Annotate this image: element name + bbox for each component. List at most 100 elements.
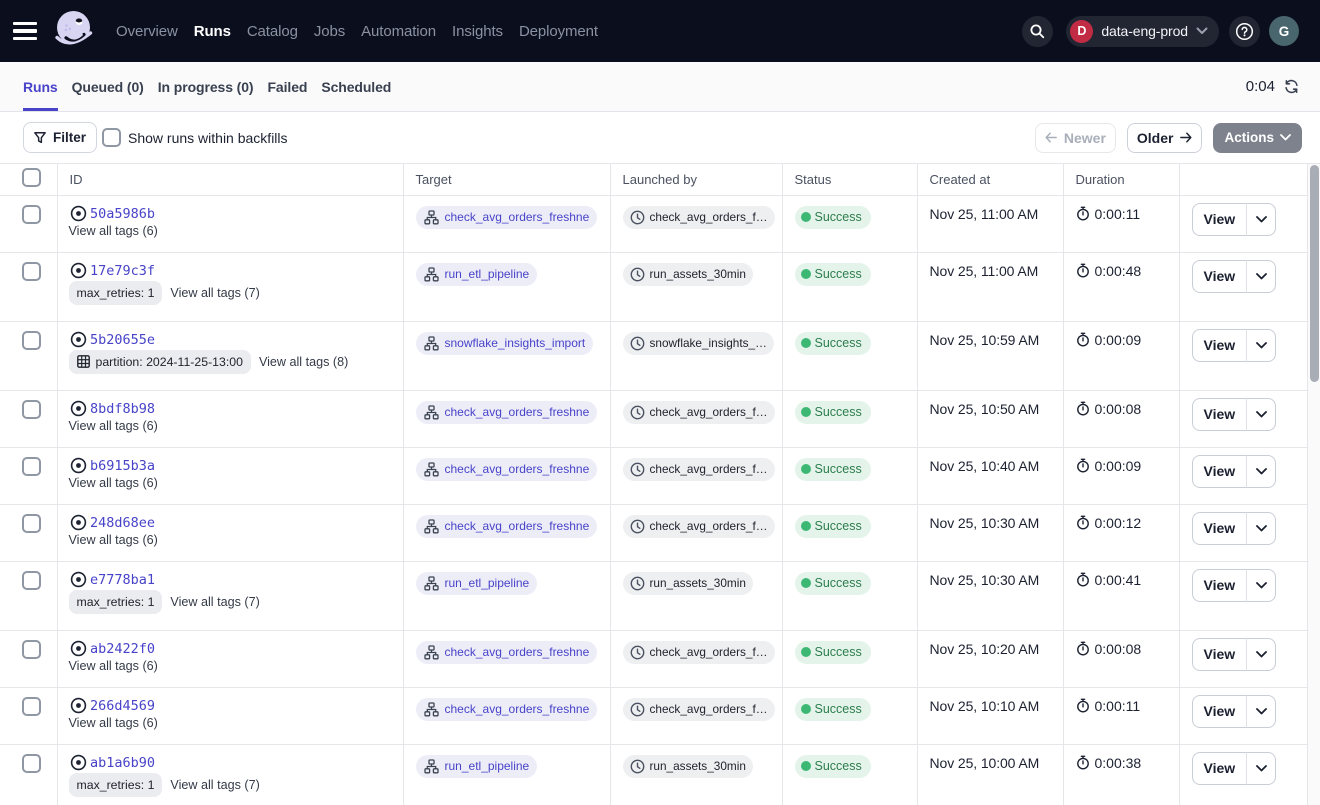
row-checkbox[interactable] [22,514,41,533]
target-chip[interactable]: check_avg_orders_freshne [416,515,598,538]
view-run-button[interactable]: View [1192,203,1248,236]
run-id-link[interactable]: ab2422f0 [90,641,155,657]
tab-queued-0[interactable]: Queued (0) [72,62,144,111]
tab-runs[interactable]: Runs [23,62,58,111]
target-chip[interactable]: check_avg_orders_freshne [416,206,598,229]
tab-scheduled[interactable]: Scheduled [321,62,391,111]
run-id-link[interactable]: 5b20655e [90,332,155,348]
dagster-logo[interactable] [54,9,94,53]
launched-by-chip[interactable]: snowflake_insights_… [623,332,774,355]
view-run-button[interactable]: View [1192,398,1248,431]
run-id-link[interactable]: ab1a6b90 [90,755,155,771]
view-run-button[interactable]: View [1192,512,1248,545]
view-run-button[interactable]: View [1192,329,1248,362]
row-checkbox[interactable] [22,205,41,224]
search-button[interactable] [1022,16,1053,47]
run-tag-pill[interactable]: max_retries: 1 [69,590,163,614]
launched-by-chip[interactable]: check_avg_orders_f… [623,401,775,424]
view-all-tags-button[interactable]: View all tags (6) [69,716,158,730]
view-run-caret-button[interactable] [1246,203,1276,236]
target-chip[interactable]: check_avg_orders_freshne [416,698,598,721]
nav-link-overview[interactable]: Overview [116,23,178,40]
launched-by-chip[interactable]: check_avg_orders_f… [623,698,775,721]
view-all-tags-button[interactable]: View all tags (7) [170,778,259,792]
tab-failed[interactable]: Failed [267,62,307,111]
help-button[interactable] [1229,16,1260,47]
run-id-link[interactable]: 50a5986b [90,206,155,222]
row-checkbox[interactable] [22,400,41,419]
run-id-link[interactable]: 266d4569 [90,698,155,714]
view-run-caret-button[interactable] [1246,752,1276,785]
nav-link-automation[interactable]: Automation [361,23,436,40]
select-all-checkbox[interactable] [22,168,41,187]
view-run-button[interactable]: View [1192,569,1248,602]
run-id-link[interactable]: b6915b3a [90,458,155,474]
view-all-tags-button[interactable]: View all tags (6) [69,224,158,238]
view-all-tags-button[interactable]: View all tags (8) [259,355,348,369]
target-chip[interactable]: snowflake_insights_import [416,332,594,355]
target-chip[interactable]: check_avg_orders_freshne [416,641,598,664]
view-all-tags-button[interactable]: View all tags (6) [69,659,158,673]
newer-button[interactable]: Newer [1035,123,1116,153]
view-all-tags-button[interactable]: View all tags (6) [69,419,158,433]
view-run-caret-button[interactable] [1246,512,1276,545]
launched-by-chip[interactable]: run_assets_30min [623,572,753,595]
run-tag-pill[interactable]: partition: 2024-11-25-13:00 [69,350,251,374]
view-run-caret-button[interactable] [1246,329,1276,362]
run-id-link[interactable]: 248d68ee [90,515,155,531]
nav-link-jobs[interactable]: Jobs [314,23,345,40]
refresh-icon[interactable] [1284,79,1299,94]
view-all-tags-button[interactable]: View all tags (7) [170,595,259,609]
show-backfills-toggle[interactable]: Show runs within backfills [102,128,288,147]
run-id-link[interactable]: 8bdf8b98 [90,401,155,417]
filter-button[interactable]: Filter [23,122,97,153]
nav-link-catalog[interactable]: Catalog [247,23,298,40]
launched-by-chip[interactable]: check_avg_orders_f… [623,206,775,229]
target-chip[interactable]: run_etl_pipeline [416,263,538,286]
target-chip[interactable]: check_avg_orders_freshne [416,458,598,481]
launched-by-chip[interactable]: check_avg_orders_f… [623,641,775,664]
user-avatar[interactable]: G [1269,16,1299,46]
run-id-link[interactable]: 17e79c3f [90,263,155,279]
actions-button[interactable]: Actions [1213,123,1302,153]
view-run-caret-button[interactable] [1246,638,1276,671]
view-run-caret-button[interactable] [1246,455,1276,488]
vertical-scrollbar[interactable] [1307,164,1320,805]
view-run-caret-button[interactable] [1246,398,1276,431]
target-chip[interactable]: run_etl_pipeline [416,572,538,595]
view-run-button[interactable]: View [1192,752,1248,785]
run-tag-pill[interactable]: max_retries: 1 [69,773,163,797]
run-tag-pill[interactable]: max_retries: 1 [69,281,163,305]
view-all-tags-button[interactable]: View all tags (6) [69,476,158,490]
nav-link-insights[interactable]: Insights [452,23,503,40]
row-checkbox[interactable] [22,262,41,281]
show-backfills-checkbox[interactable] [102,128,121,147]
older-button[interactable]: Older [1127,123,1203,153]
deployment-switcher[interactable]: D data-eng-prod [1066,16,1219,47]
target-chip[interactable]: check_avg_orders_freshne [416,401,598,424]
nav-link-runs[interactable]: Runs [194,23,231,40]
tab-in-progress-0[interactable]: In progress (0) [158,62,254,111]
launched-by-chip[interactable]: check_avg_orders_f… [623,515,775,538]
row-checkbox[interactable] [22,457,41,476]
run-id-link[interactable]: e7778ba1 [90,572,155,588]
view-run-caret-button[interactable] [1246,569,1276,602]
launched-by-chip[interactable]: check_avg_orders_f… [623,458,775,481]
menu-hamburger-icon[interactable] [13,22,37,40]
view-all-tags-button[interactable]: View all tags (6) [69,533,158,547]
view-run-button[interactable]: View [1192,695,1248,728]
scrollbar-thumb[interactable] [1310,165,1319,382]
row-checkbox[interactable] [22,640,41,659]
view-all-tags-button[interactable]: View all tags (7) [170,286,259,300]
nav-link-deployment[interactable]: Deployment [519,23,598,40]
row-checkbox[interactable] [22,754,41,773]
view-run-caret-button[interactable] [1246,260,1276,293]
launched-by-chip[interactable]: run_assets_30min [623,263,753,286]
row-checkbox[interactable] [22,697,41,716]
view-run-button[interactable]: View [1192,260,1248,293]
view-run-button[interactable]: View [1192,638,1248,671]
launched-by-chip[interactable]: run_assets_30min [623,755,753,778]
row-checkbox[interactable] [22,331,41,350]
row-checkbox[interactable] [22,571,41,590]
target-chip[interactable]: run_etl_pipeline [416,755,538,778]
